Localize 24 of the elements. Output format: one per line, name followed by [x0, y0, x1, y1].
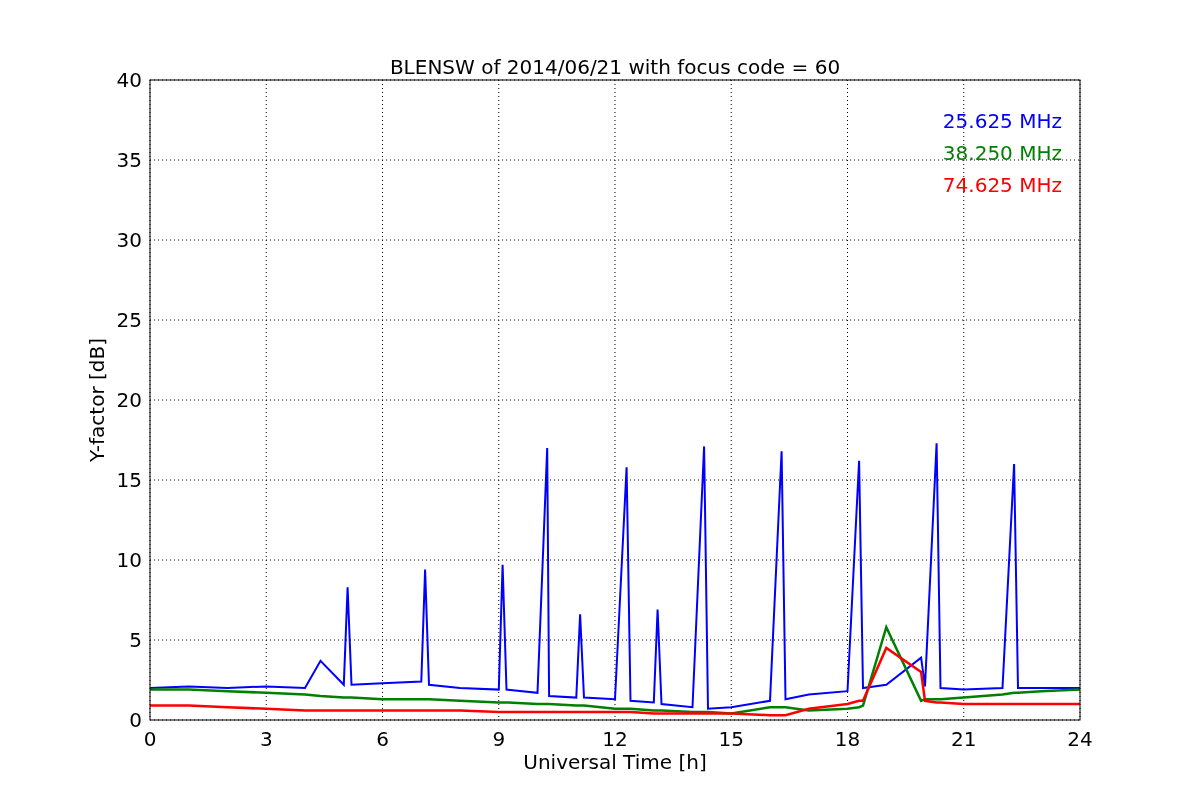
x-tick-label: 24: [1067, 727, 1093, 751]
y-tick-label: 40: [116, 68, 142, 92]
y-tick-label: 15: [116, 468, 142, 492]
y-tick-label: 30: [116, 228, 142, 252]
y-tick-label: 35: [116, 148, 142, 172]
x-tick-label: 12: [602, 727, 628, 751]
legend-label: 74.625 MHz: [942, 173, 1062, 197]
x-tick-label: 15: [718, 727, 744, 751]
x-tick-label: 18: [834, 727, 861, 751]
legend-label: 38.250 MHz: [942, 141, 1062, 165]
x-tick-label: 0: [143, 727, 157, 751]
x-tick-label: 3: [259, 727, 273, 751]
x-axis-label: Universal Time [h]: [523, 750, 707, 774]
y-tick-label: 10: [116, 548, 142, 572]
x-tick-label: 21: [951, 727, 977, 751]
x-tick-label: 9: [492, 727, 506, 751]
y-axis-label: Y-factor [dB]: [85, 338, 109, 462]
legend-label: 25.625 MHz: [942, 109, 1062, 133]
x-tick-label: 6: [376, 727, 389, 751]
y-tick-label: 25: [116, 308, 142, 332]
y-tick-label: 20: [116, 388, 142, 412]
y-tick-label: 5: [129, 628, 142, 652]
chart-title: BLENSW of 2014/06/21 with focus code = 60: [389, 55, 841, 79]
y-tick-label: 0: [129, 708, 142, 732]
